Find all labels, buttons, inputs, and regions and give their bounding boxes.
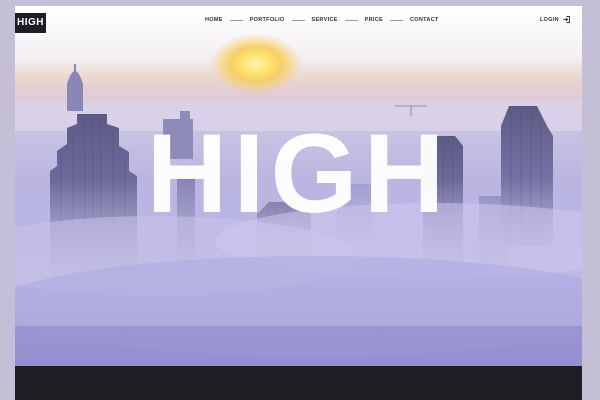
login-arrow-icon <box>563 16 570 23</box>
landing-page: HIGH HIGH HOME PORTFOLIO SERVICE PRICE C… <box>15 6 582 400</box>
nav-item-contact[interactable]: CONTACT <box>410 17 439 23</box>
top-navigation: HIGH HOME PORTFOLIO SERVICE PRICE CONTAC… <box>15 6 582 34</box>
nav-item-service[interactable]: SERVICE <box>312 17 338 23</box>
nav-divider <box>229 19 243 21</box>
browser-frame: HIGH HIGH HOME PORTFOLIO SERVICE PRICE C… <box>0 0 600 400</box>
login-label: LOGIN <box>540 16 559 23</box>
nav-divider <box>291 19 305 21</box>
hero-title: HIGH <box>146 111 451 236</box>
nav-item-price[interactable]: PRICE <box>365 17 383 23</box>
main-menu: HOME PORTFOLIO SERVICE PRICE CONTACT <box>205 17 439 23</box>
nav-divider <box>344 19 358 21</box>
footer-bar <box>15 366 582 400</box>
nav-divider <box>389 19 403 21</box>
nav-item-portfolio[interactable]: PORTFOLIO <box>250 17 285 23</box>
hero-section: HIGH HIGH HOME PORTFOLIO SERVICE PRICE C… <box>15 6 582 366</box>
brand-logo[interactable]: HIGH <box>15 13 46 33</box>
login-button[interactable]: LOGIN <box>540 16 570 23</box>
nav-item-home[interactable]: HOME <box>205 17 223 23</box>
